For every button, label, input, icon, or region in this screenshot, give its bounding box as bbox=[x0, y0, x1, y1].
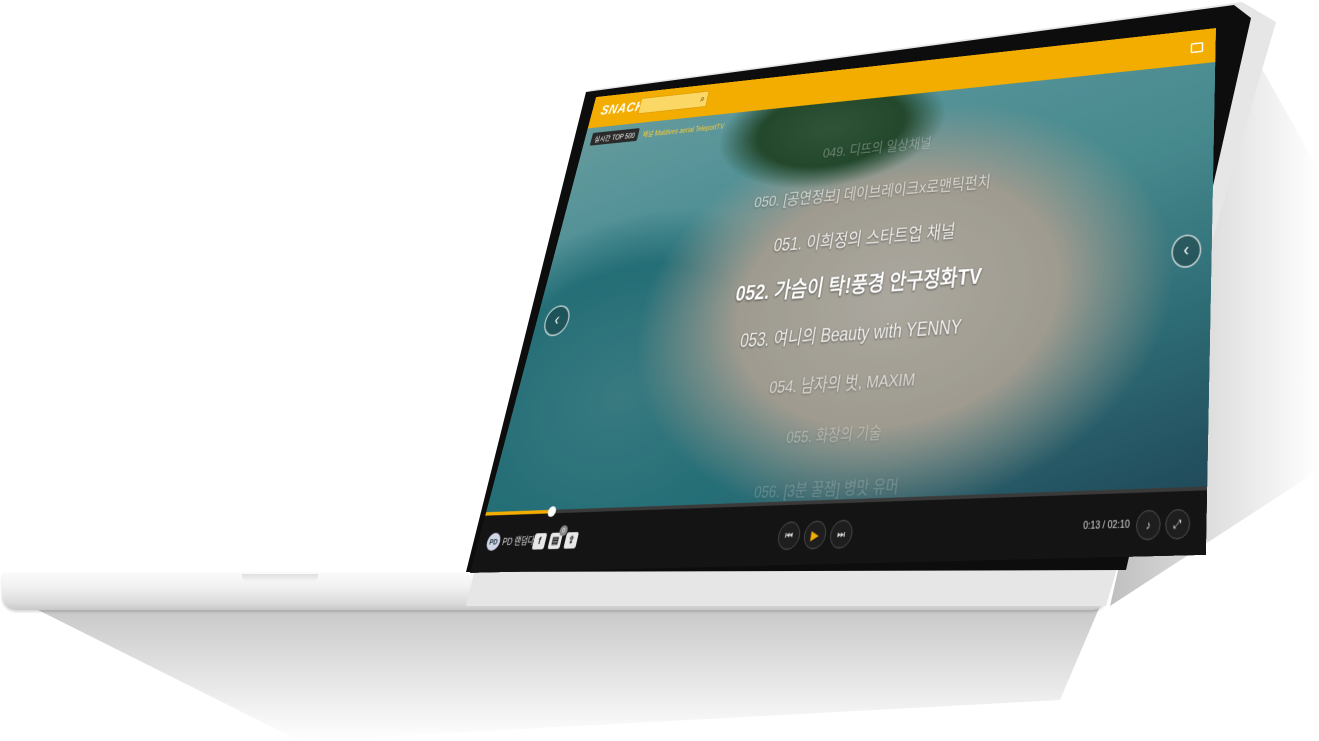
skip-back-icon[interactable]: ⏮ bbox=[775, 521, 803, 551]
channel-playlist: 049. 디뜨의 일상채널 050. [공연정보] 데이브레이크x로맨틱펀치 0… bbox=[481, 94, 1214, 530]
volume-icon[interactable]: ♪ bbox=[1135, 509, 1162, 541]
skip-forward-icon[interactable]: ⏭ bbox=[828, 519, 855, 549]
expand-icon[interactable]: ⤢ bbox=[1164, 508, 1191, 540]
pd-label: PD 랜덤다 bbox=[500, 536, 536, 548]
time-display: 0:13 / 02:10 bbox=[1082, 518, 1130, 532]
search-input[interactable]: ⌕ bbox=[637, 90, 710, 115]
screen-icon[interactable] bbox=[1190, 42, 1204, 54]
lid-notch bbox=[242, 574, 318, 582]
pd-profile[interactable]: PD PD 랜덤다 bbox=[484, 532, 537, 551]
play-icon[interactable]: ▶ bbox=[801, 520, 829, 550]
share-icon[interactable]: ⇪ bbox=[563, 532, 580, 549]
facebook-icon[interactable]: f bbox=[531, 533, 548, 550]
laptop-lid: SNACKK ⌕ 실시간 TOP 500 채널 Maldives aerial … bbox=[466, 0, 1284, 606]
search-icon[interactable]: ⌕ bbox=[699, 93, 706, 105]
